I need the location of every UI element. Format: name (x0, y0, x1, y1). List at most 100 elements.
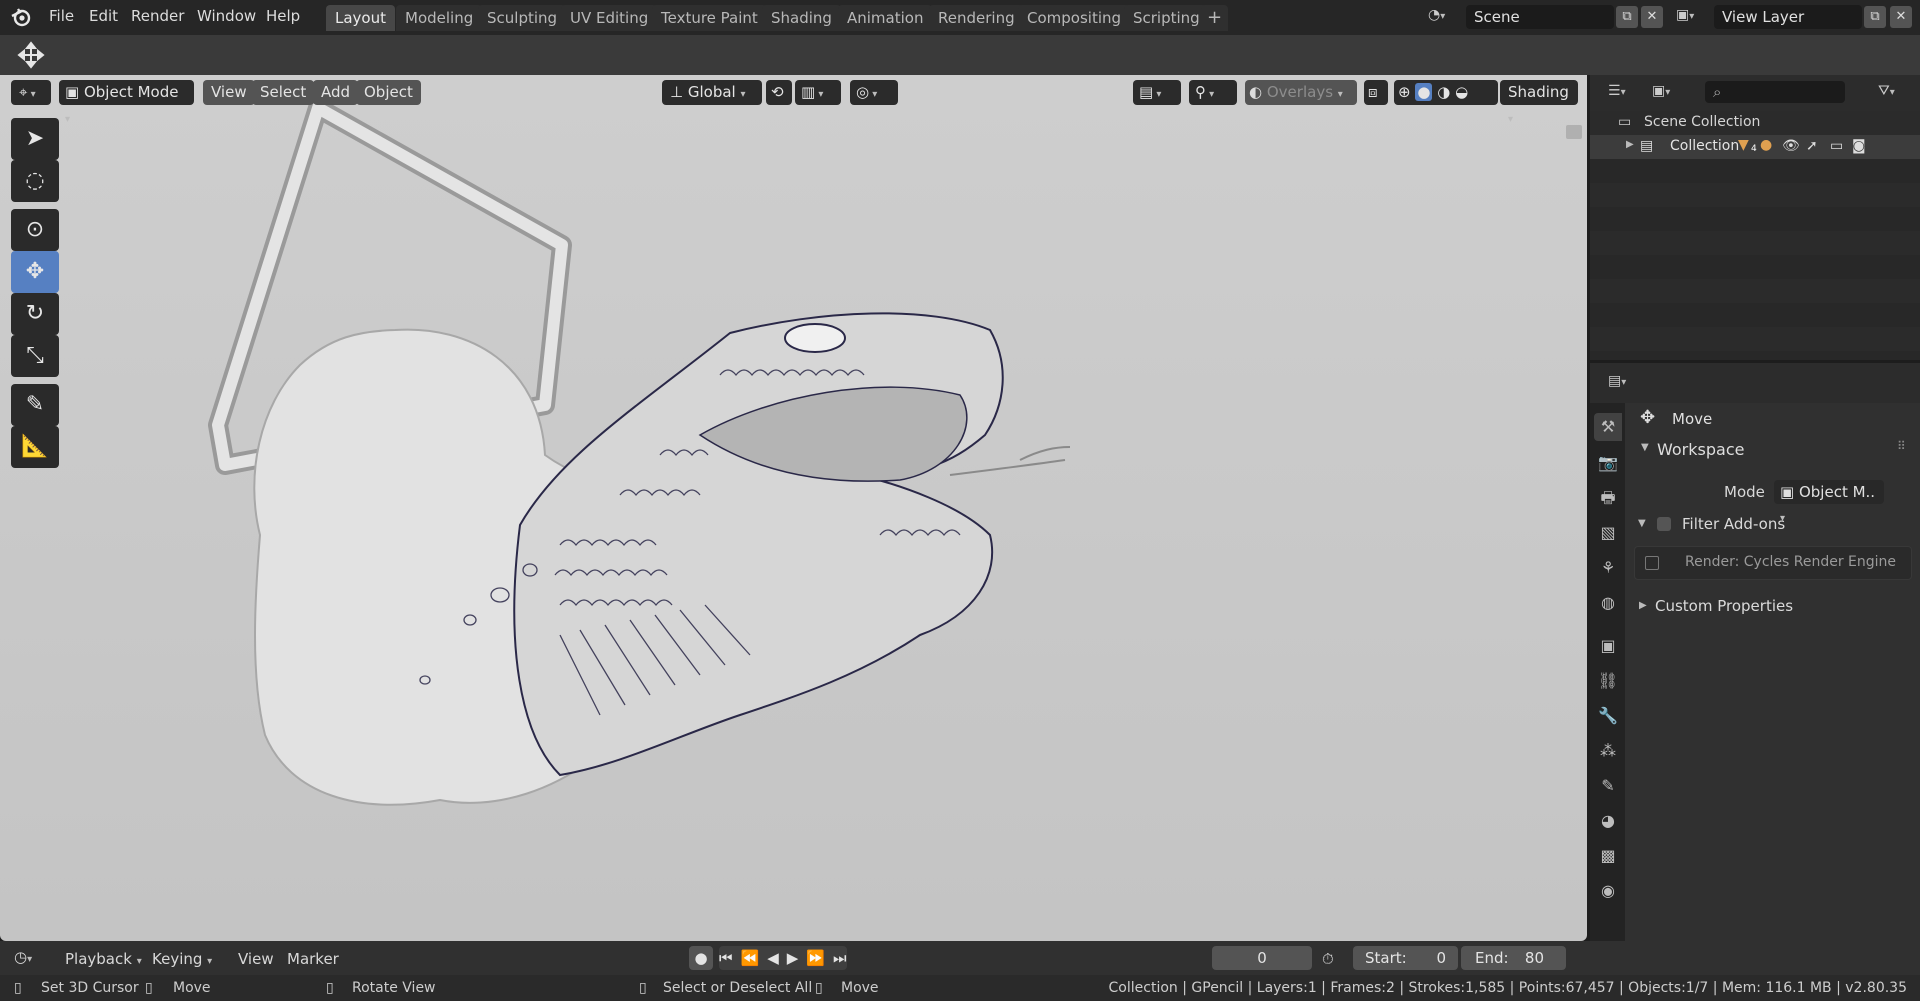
move-tool-button[interactable]: ✥ (11, 251, 59, 293)
new-view-layer-icon[interactable]: ⧉ (1864, 6, 1886, 28)
select-tool-icon[interactable]: ➤ (11, 118, 59, 160)
timeline-menu-playback[interactable]: Playback ▾ (65, 950, 142, 968)
material-shading-icon[interactable]: ◑ (1437, 83, 1450, 101)
delete-view-layer-icon[interactable]: ✕ (1890, 6, 1912, 28)
menu-window[interactable]: Window (197, 7, 256, 25)
object-tab-icon[interactable]: ▣ (1594, 632, 1622, 660)
annotate-tool-icon[interactable]: ✎ (11, 384, 59, 426)
menu-file[interactable]: File (49, 7, 74, 25)
timeline-menu-view[interactable]: View (238, 950, 274, 968)
transform-orientation-dropdown[interactable]: ⊥ Global ▾ (662, 80, 762, 105)
filter-addons-checkbox[interactable] (1657, 517, 1671, 531)
next-keyframe-icon[interactable]: ⏩ (806, 949, 833, 967)
add-workspace-button[interactable]: + (1201, 5, 1229, 31)
physics-tab-icon[interactable]: ◉ (1594, 877, 1622, 905)
record-keyframe-icon[interactable]: ● (689, 946, 713, 970)
viewport-menu-object[interactable]: Object (356, 80, 421, 105)
move-tool-icon[interactable] (16, 41, 46, 69)
filter-icon[interactable]: ⛛▾ (1878, 83, 1895, 99)
world-tab-icon[interactable]: ◍ (1594, 589, 1622, 617)
particles-tab-icon[interactable]: ⁂ (1594, 737, 1622, 765)
editor-type-icon[interactable]: ⌖ ▾ (11, 80, 51, 105)
render-tab-icon[interactable]: 📷 (1594, 449, 1622, 477)
timeline-menu-marker[interactable]: Marker (287, 950, 339, 968)
tab-modeling[interactable]: Modeling (396, 5, 483, 31)
viewport-display-icon[interactable]: ▭ (1830, 138, 1843, 154)
shading-dropdown[interactable]: Shading ▾ (1500, 80, 1578, 125)
rendered-shading-icon[interactable]: ◒ (1455, 83, 1468, 101)
play-icon[interactable]: ▶ (787, 949, 807, 967)
cursor-tool-icon[interactable]: ◌ (11, 160, 59, 202)
addon-checkbox[interactable] (1645, 556, 1659, 570)
end-frame-field[interactable]: End: 80 (1461, 946, 1566, 970)
measure-tool-icon[interactable]: 📐 (11, 426, 59, 468)
timeline-menu-keying[interactable]: Keying ▾ (152, 950, 212, 968)
drag-handle-icon[interactable]: ⠿ (1897, 439, 1906, 453)
viewport-menu-add[interactable]: Add (313, 80, 359, 105)
outliner-row-scene-collection[interactable]: ▭ Scene Collection (1590, 111, 1920, 135)
outliner-row-collection[interactable]: ▶ ▤ Collection ▼ 4 ● 👁 ➚ ▭ ◙ (1590, 135, 1920, 159)
stopwatch-icon[interactable]: ⏱ (1322, 950, 1334, 968)
start-frame-field[interactable]: Start: 0 (1353, 946, 1458, 970)
addon-item[interactable]: Render: Cycles Render Engine (1634, 546, 1912, 580)
tab-texture-paint[interactable]: Texture Paint (652, 5, 767, 31)
workspace-panel-header[interactable]: ▼ Workspace ⠿ (1625, 435, 1920, 465)
timeline-editor-type-icon[interactable]: ◷▾ (14, 948, 32, 966)
menu-help[interactable]: Help (266, 7, 300, 25)
material-tab-icon[interactable]: ◕ (1594, 807, 1622, 835)
outliner-search-input[interactable]: ⌕ (1705, 81, 1845, 103)
outliner-editor-type-icon[interactable]: ☰▾ (1608, 83, 1626, 99)
scene-name-field[interactable]: Scene (1466, 5, 1614, 29)
play-reverse-icon[interactable]: ◀ (767, 949, 787, 967)
visibility-eye-icon[interactable]: 👁 (1782, 138, 1800, 154)
prev-keyframe-icon[interactable]: ⏪ (741, 949, 768, 967)
tab-compositing[interactable]: Compositing (1018, 5, 1131, 31)
blender-logo-icon[interactable] (10, 7, 32, 27)
menu-edit[interactable]: Edit (89, 7, 118, 25)
tab-animation[interactable]: Animation (838, 5, 933, 31)
scene-browse-icon[interactable]: ◔▾ (1428, 7, 1464, 27)
tab-sculpting[interactable]: Sculpting (478, 5, 567, 31)
tab-rendering[interactable]: Rendering (929, 5, 1024, 31)
tab-layout[interactable]: Layout (326, 5, 395, 31)
object-mode-dropdown[interactable]: ▣ Object Mode ▾ (59, 80, 194, 125)
overlays-dropdown[interactable]: ◐ Overlays ▾ (1245, 80, 1357, 105)
display-mode-icon[interactable]: ▣▾ (1652, 83, 1670, 99)
delete-scene-icon[interactable]: ✕ (1641, 6, 1663, 28)
view-layer-field[interactable]: View Layer (1714, 5, 1862, 29)
viewport-menu-select[interactable]: Select (252, 80, 315, 105)
proportional-edit-dropdown[interactable]: ◎ ▾ (850, 80, 898, 105)
snap-dropdown[interactable]: ▥ ▾ (795, 80, 841, 105)
wireframe-shading-icon[interactable]: ⊕ (1398, 83, 1411, 101)
output-tab-icon[interactable]: 🖶 (1594, 484, 1622, 512)
current-frame-field[interactable]: 0 (1212, 946, 1312, 970)
new-scene-icon[interactable]: ⧉ (1616, 6, 1638, 28)
transform-tool-icon[interactable]: ⊙ (11, 209, 59, 251)
scene-tab-icon[interactable]: ⚘ (1594, 554, 1622, 582)
gizmo-dropdown[interactable]: ⚲ ▾ (1189, 80, 1237, 105)
tab-uv-editing[interactable]: UV Editing (561, 5, 658, 31)
expand-arrow-icon[interactable]: ▶ (1626, 139, 1634, 150)
selectable-arrow-icon[interactable]: ➚ (1806, 138, 1818, 154)
properties-editor-type-icon[interactable]: ▤▾ (1608, 373, 1626, 389)
view-layer-browse-icon[interactable]: ▣▾ (1676, 7, 1712, 27)
menu-render[interactable]: Render (131, 7, 184, 25)
scale-tool-icon[interactable]: ⤡ (11, 335, 59, 377)
tab-scripting[interactable]: Scripting (1124, 5, 1209, 31)
custom-properties-panel-header[interactable]: ▶ Custom Properties (1625, 592, 1920, 622)
collapse-arrow-icon[interactable]: ▼ (1638, 518, 1646, 529)
visibility-dropdown[interactable]: ▤ ▾ (1133, 80, 1181, 105)
viewport-menu-view[interactable]: View (203, 80, 255, 105)
view-layer-tab-icon[interactable]: ▧ (1594, 519, 1622, 547)
modifiers-tab-icon[interactable]: 🔧 (1594, 702, 1622, 730)
rotate-tool-icon[interactable]: ↻ (11, 293, 59, 335)
pivot-icon[interactable]: ⟲ (766, 80, 792, 105)
data-tab-icon[interactable]: ✎ (1594, 772, 1622, 800)
jump-start-icon[interactable]: ⏮ (719, 949, 741, 967)
xray-toggle-icon[interactable]: ⧈ (1364, 80, 1388, 105)
render-camera-icon[interactable]: ◙ (1852, 138, 1866, 154)
3d-viewport[interactable]: ⌖ ▾ ▣ Object Mode ▾ View Select Add Obje… (0, 75, 1587, 941)
jump-end-icon[interactable]: ⏭ (833, 949, 855, 967)
constraints-tab-icon[interactable]: ⛓ (1594, 667, 1622, 695)
texture-tab-icon[interactable]: ▩ (1594, 842, 1622, 870)
